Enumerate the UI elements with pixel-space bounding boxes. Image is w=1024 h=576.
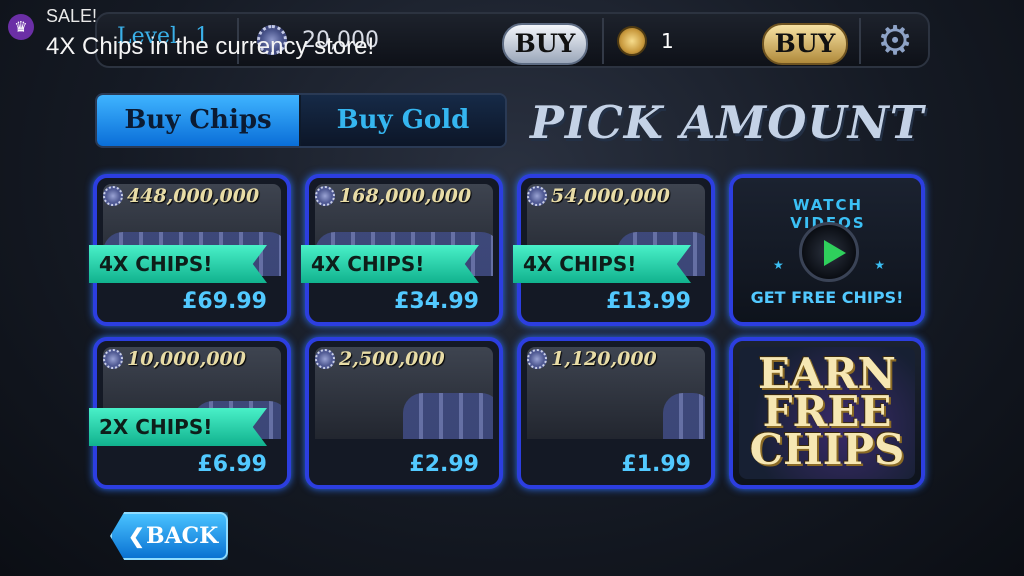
chip-icon (103, 349, 123, 369)
bonus-badge: 4X CHIPS! (301, 245, 479, 283)
earn-line-3: CHIPS (749, 425, 905, 474)
notification-text: 4X Chips in the currency store! (46, 33, 375, 60)
package-card[interactable]: 1,120,000 £1.99 (517, 337, 715, 489)
back-label: BACK (146, 523, 219, 549)
package-price: £1.99 (621, 452, 691, 477)
package-amount: 1,120,000 (527, 347, 657, 371)
package-amount: 2,500,000 (315, 347, 445, 371)
package-card[interactable]: 448,000,000 4X CHIPS! £69.99 (89, 174, 291, 326)
earn-free-chips-card[interactable]: EARN FREE CHIPS (729, 337, 925, 489)
package-price: £6.99 (197, 452, 267, 477)
notification-title: SALE! (46, 6, 98, 26)
star-icon: ★ (874, 258, 885, 272)
divider (859, 18, 861, 64)
chip-icon (527, 186, 547, 206)
get-free-chips-label: GET FREE CHIPS! (750, 288, 904, 307)
tab-buy-chips[interactable]: Buy Chips (97, 95, 299, 146)
star-icons: ★ ★ (773, 258, 885, 272)
crown-icon: ♛ (8, 14, 34, 40)
play-icon (799, 222, 859, 282)
chip-icon (315, 349, 335, 369)
bonus-badge: 4X CHIPS! (89, 245, 267, 283)
buy-gold-button[interactable]: BUY (762, 23, 848, 65)
package-card[interactable]: 2,500,000 £2.99 (305, 337, 503, 489)
bonus-badge: 4X CHIPS! (513, 245, 691, 283)
package-card[interactable]: 54,000,000 4X CHIPS! £13.99 (513, 174, 715, 326)
bonus-badge: 2X CHIPS! (89, 408, 267, 446)
watch-videos-card[interactable]: WATCH VIDEOS ★ ★ GET FREE CHIPS! (729, 174, 925, 326)
package-price: £2.99 (409, 452, 479, 477)
gear-icon[interactable]: ⚙ (870, 18, 920, 64)
page-title: PICK AMOUNT (530, 96, 925, 149)
package-price: £13.99 (606, 289, 691, 314)
divider (602, 18, 604, 64)
gold-coin-icon (617, 26, 647, 56)
package-amount: 168,000,000 (315, 184, 471, 208)
package-amount: 54,000,000 (527, 184, 670, 208)
chip-icon (103, 186, 123, 206)
package-card[interactable]: 168,000,000 4X CHIPS! £34.99 (301, 174, 503, 326)
sale-notification[interactable]: ♛ SALE! 4X Chips in the currency store! (0, 0, 460, 70)
chip-icon (315, 186, 335, 206)
package-amount: 448,000,000 (103, 184, 259, 208)
chip-icon (527, 349, 547, 369)
currency-tabs: Buy Chips Buy Gold (95, 93, 507, 148)
package-card[interactable]: 10,000,000 2X CHIPS! £6.99 (89, 337, 291, 489)
tab-buy-gold[interactable]: Buy Gold (301, 95, 505, 146)
star-icon: ★ (773, 258, 784, 272)
buy-chips-button[interactable]: BUY (502, 23, 588, 65)
chevron-left-icon: ❮ (128, 524, 145, 548)
back-button[interactable]: ❮ BACK (110, 512, 228, 560)
package-price: £69.99 (182, 289, 267, 314)
package-price: £34.99 (394, 289, 479, 314)
package-amount: 10,000,000 (103, 347, 246, 371)
gold-balance: 1 (661, 29, 674, 53)
